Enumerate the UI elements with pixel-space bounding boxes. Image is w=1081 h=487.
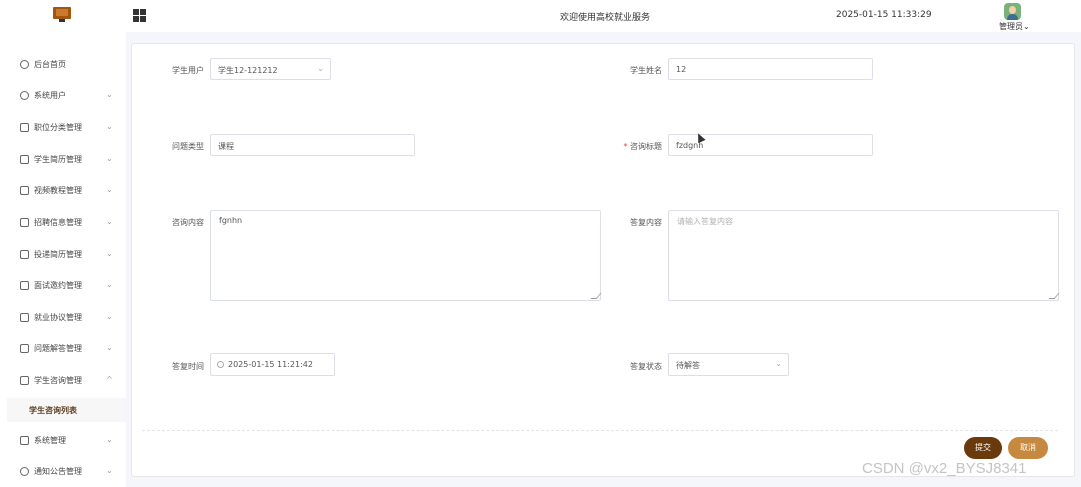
sidebar: 后台首页 系统用户 ⌄ 职位分类管理 ⌄ 学生简历管理 ⌄ 视频教程管理 ⌄ 招…: [0, 32, 126, 487]
resize-handle-icon[interactable]: [590, 293, 602, 299]
consult-title-label: * 咨询标题: [592, 141, 662, 152]
resize-handle-icon[interactable]: [1048, 293, 1060, 299]
gear-icon: [20, 467, 29, 476]
student-user-label: 学生用户: [172, 66, 204, 75]
sidebar-item-label: 系统管理: [34, 436, 66, 445]
chevron-down-icon: ⌄: [317, 64, 324, 73]
chevron-down-icon: ⌄: [106, 90, 113, 99]
list-icon: [20, 344, 29, 353]
sidebar-item-label: 学生咨询管理: [34, 376, 82, 385]
chevron-down-icon: ⌄: [106, 217, 113, 226]
list-icon: [20, 186, 29, 195]
chevron-down-icon: ⌄: [106, 154, 113, 163]
chevron-down-icon: ⌄: [106, 312, 113, 321]
sidebar-item-recruitment[interactable]: 招聘信息管理 ⌄: [0, 208, 126, 238]
list-icon: [20, 281, 29, 290]
clock-icon: [217, 361, 224, 368]
answer-content-textarea[interactable]: 请输入答复内容: [668, 210, 1060, 301]
list-icon: [20, 313, 29, 322]
consult-title-label-text: 咨询标题: [630, 142, 662, 151]
student-user-select[interactable]: 学生12-121212 ⌄: [210, 58, 331, 80]
answer-status-select[interactable]: 待解答 ⌄: [668, 353, 789, 376]
list-icon: [20, 218, 29, 227]
student-name-input[interactable]: 12: [668, 58, 873, 80]
chevron-down-icon: ⌄: [106, 185, 113, 194]
sidebar-subitem-consult-list[interactable]: 学生咨询列表: [7, 398, 126, 422]
chevron-down-icon: ⌄: [106, 280, 113, 289]
sidebar-item-home[interactable]: 后台首页: [0, 50, 126, 80]
chevron-down-icon: ⌄: [106, 343, 113, 352]
sidebar-item-job-categories[interactable]: 职位分类管理 ⌄: [0, 113, 126, 143]
list-icon: [20, 123, 29, 132]
sidebar-item-label: 投递简历管理: [34, 250, 82, 259]
answer-content-label: 答复内容: [630, 218, 662, 227]
chevron-up-icon: ^: [106, 375, 113, 384]
consult-content-label: 咨询内容: [172, 218, 204, 227]
chevron-down-icon: ⌄: [775, 359, 782, 368]
sidebar-item-system-users[interactable]: 系统用户 ⌄: [0, 81, 126, 111]
sidebar-item-notices[interactable]: 通知公告管理 ⌄: [0, 457, 126, 487]
cancel-button[interactable]: 取消: [1008, 437, 1048, 459]
answer-time-value: 2025-01-15 11:21:42: [228, 360, 313, 369]
sidebar-item-label: 职位分类管理: [34, 123, 82, 132]
answer-status-value: 待解答: [676, 361, 700, 370]
sidebar-item-label: 招聘信息管理: [34, 218, 82, 227]
chevron-down-icon: ⌄: [106, 122, 113, 131]
folder-icon: [20, 436, 29, 445]
sidebar-item-videos[interactable]: 视频教程管理 ⌄: [0, 176, 126, 206]
answer-status-label: 答复状态: [630, 362, 662, 371]
clock-icon: [20, 60, 29, 69]
menu-grid-icon[interactable]: [133, 9, 146, 22]
question-type-value: 课程: [218, 142, 234, 151]
divider: [142, 430, 1058, 431]
sidebar-item-qa[interactable]: 问题解答管理 ⌄: [0, 334, 126, 364]
sidebar-item-label: 学生简历管理: [34, 155, 82, 164]
student-user-value: 学生12-121212: [218, 66, 278, 75]
sidebar-subitem-label: 学生咨询列表: [29, 406, 77, 415]
sidebar-item-agreements[interactable]: 就业协议管理 ⌄: [0, 303, 126, 333]
student-name-label: 学生姓名: [630, 66, 662, 75]
watermark: CSDN @vx2_BYSJ8341: [862, 460, 1027, 477]
chevron-down-icon: ⌄: [106, 466, 113, 475]
avatar[interactable]: [1004, 3, 1021, 20]
chevron-down-icon: ⌄: [1023, 22, 1030, 31]
list-icon: [20, 250, 29, 259]
sidebar-item-label: 通知公告管理: [34, 467, 82, 476]
list-icon: [20, 376, 29, 385]
user-icon: [20, 91, 29, 100]
list-icon: [20, 155, 29, 164]
top-bar: 欢迎使用高校就业服务 2025-01-15 11:33:29 管理员⌄: [0, 0, 1081, 32]
chevron-down-icon: ⌄: [106, 249, 113, 258]
consult-content-textarea[interactable]: fgnhn: [210, 210, 602, 301]
sidebar-item-system-management[interactable]: 系统管理 ⌄: [0, 426, 126, 456]
submit-button[interactable]: 提交: [964, 437, 1002, 459]
user-menu[interactable]: 管理员⌄: [999, 21, 1030, 32]
sidebar-item-applications[interactable]: 投递简历管理 ⌄: [0, 240, 126, 270]
sidebar-item-consultations[interactable]: 学生咨询管理 ^: [0, 366, 126, 396]
question-type-input[interactable]: 课程: [210, 134, 415, 156]
question-type-label: 问题类型: [172, 142, 204, 151]
answer-time-picker[interactable]: 2025-01-15 11:21:42: [210, 353, 335, 376]
answer-content-placeholder: 请输入答复内容: [677, 217, 733, 226]
current-datetime: 2025-01-15 11:33:29: [836, 10, 932, 20]
sidebar-item-label: 就业协议管理: [34, 313, 82, 322]
sidebar-item-resumes[interactable]: 学生简历管理 ⌄: [0, 145, 126, 175]
user-name: 管理员: [999, 22, 1023, 31]
sidebar-item-label: 面试邀约管理: [34, 281, 82, 290]
chevron-down-icon: ⌄: [106, 435, 113, 444]
student-name-value: 12: [676, 65, 687, 74]
sidebar-item-interviews[interactable]: 面试邀约管理 ⌄: [0, 271, 126, 301]
sidebar-item-label: 视频教程管理: [34, 186, 82, 195]
logo-icon: [53, 7, 71, 23]
sidebar-item-label: 后台首页: [34, 60, 66, 69]
required-marker: *: [623, 142, 628, 151]
answer-time-label: 答复时间: [172, 362, 204, 371]
consult-content-value: fgnhn: [219, 216, 243, 225]
sidebar-item-label: 问题解答管理: [34, 344, 82, 353]
page-title: 欢迎使用高校就业服务: [559, 13, 650, 23]
sidebar-item-label: 系统用户: [34, 91, 66, 100]
